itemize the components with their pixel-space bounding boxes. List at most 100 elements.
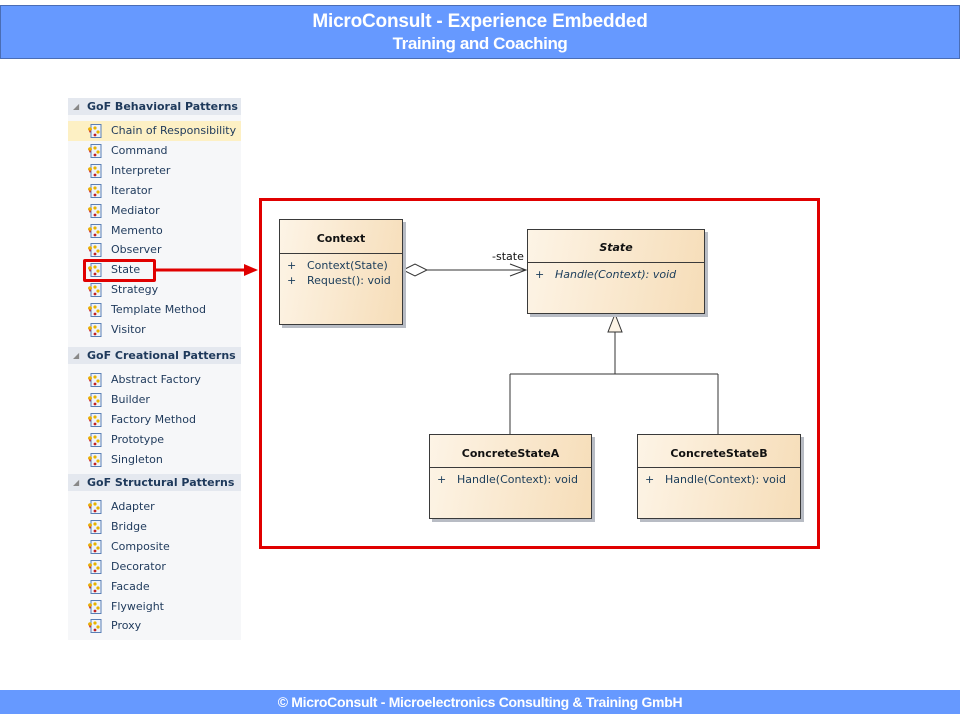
operation: Handle(Context): void xyxy=(665,473,786,486)
tree-group-header[interactable]: ◢ GoF Behavioral Patterns xyxy=(68,98,241,115)
class-name: Context xyxy=(316,232,366,245)
pattern-diagram-icon xyxy=(87,519,102,534)
tree-item[interactable]: Facade xyxy=(68,577,241,597)
pattern-diagram-icon xyxy=(87,452,102,467)
tree-item[interactable]: Adapter xyxy=(68,497,241,517)
pattern-diagram-icon xyxy=(87,579,102,594)
operation: Handle(Context): void xyxy=(555,268,677,281)
tree-item-label: Bridge xyxy=(111,519,147,533)
collapse-triangle-icon[interactable]: ◢ xyxy=(73,474,79,491)
tree-item[interactable]: Composite xyxy=(68,537,241,557)
visibility-public: + xyxy=(535,268,545,281)
footer-banner: © MicroConsult - Microelectronics Consul… xyxy=(0,690,960,714)
tree-item[interactable]: Decorator xyxy=(68,557,241,577)
pattern-diagram-icon xyxy=(87,143,102,158)
tree-item[interactable]: Flyweight xyxy=(68,597,241,617)
tree-group-label: GoF Structural Patterns xyxy=(87,476,235,489)
class-divider xyxy=(280,253,402,254)
collapse-triangle-icon[interactable]: ◢ xyxy=(73,98,79,115)
tree-item[interactable]: Visitor xyxy=(68,320,241,340)
tree-item-label: Abstract Factory xyxy=(111,373,201,386)
class-divider xyxy=(430,467,591,468)
pattern-diagram-icon xyxy=(87,243,102,258)
state-item-highlight xyxy=(83,259,156,282)
pattern-diagram-icon xyxy=(87,432,102,447)
tree-item[interactable]: Builder xyxy=(68,390,241,410)
class-divider xyxy=(528,262,704,263)
tree-item-label: Factory Method xyxy=(111,412,196,426)
tree-item-label: Decorator xyxy=(111,559,166,573)
tree-item-label: Template Method xyxy=(111,303,206,317)
tree-item[interactable]: Proxy xyxy=(68,616,241,636)
tree-item[interactable]: Mediator xyxy=(68,201,241,221)
pattern-diagram-icon xyxy=(87,539,102,554)
pattern-diagram-icon xyxy=(87,412,102,427)
visibility-public: + xyxy=(437,473,447,486)
tree-item[interactable]: Template Method xyxy=(68,300,241,320)
class-state[interactable]: State + Handle(Context): void xyxy=(527,229,705,314)
class-divider xyxy=(638,467,800,468)
tree-item-label: Singleton xyxy=(111,452,163,466)
class-name: State xyxy=(599,241,633,254)
tree-item-label: Adapter xyxy=(111,500,155,513)
tree-item[interactable]: Command xyxy=(68,141,241,161)
tree-item-label: Command xyxy=(111,143,168,157)
pattern-diagram-icon xyxy=(87,163,102,178)
header-subtitle: Training and Coaching xyxy=(392,34,568,53)
tree-group-header[interactable]: ◢ GoF Structural Patterns xyxy=(68,474,241,491)
tree-item[interactable]: Interpreter xyxy=(68,161,241,181)
pattern-tree: ◢ GoF Behavioral Patterns Chain of Respons… xyxy=(68,98,241,640)
operation: Context(State) xyxy=(307,259,388,272)
tree-item-label: Flyweight xyxy=(111,599,164,613)
visibility-public: + xyxy=(287,259,297,272)
tree-item-label: Prototype xyxy=(111,432,165,446)
collapse-triangle-icon[interactable]: ◢ xyxy=(73,347,79,364)
tree-item-label: Chain of Responsibility xyxy=(111,124,237,137)
pattern-diagram-icon xyxy=(87,373,102,387)
tree-item-label: Memento xyxy=(111,223,163,237)
pattern-diagram-icon xyxy=(87,183,102,198)
tree-item-label: Mediator xyxy=(111,203,160,217)
tree-item-label: Iterator xyxy=(111,183,153,197)
pattern-diagram-icon xyxy=(87,124,102,138)
pattern-diagram-icon xyxy=(87,599,102,614)
pattern-diagram-icon xyxy=(87,283,102,298)
tree-item-label: Builder xyxy=(111,392,150,406)
tree-item[interactable]: Bridge xyxy=(68,517,241,537)
pattern-diagram-icon xyxy=(87,323,102,337)
tree-item[interactable]: Strategy xyxy=(68,280,241,300)
tree-item[interactable]: Memento xyxy=(68,221,241,241)
tree-item-label: Proxy xyxy=(111,619,142,633)
operation: Handle(Context): void xyxy=(457,473,578,486)
class-context[interactable]: Context + Context(State) + Request(): vo… xyxy=(279,219,403,325)
tree-group-header[interactable]: ◢ GoF Creational Patterns xyxy=(68,347,241,364)
tree-item-label: Facade xyxy=(111,579,150,593)
tree-item[interactable]: Observer xyxy=(68,240,241,260)
pattern-diagram-icon xyxy=(87,619,102,634)
visibility-public: + xyxy=(645,473,655,486)
header-title: MicroConsult - Experience Embedded xyxy=(312,11,648,32)
class-concrete-state-a[interactable]: ConcreteStateA + Handle(Context): void xyxy=(429,434,592,519)
pattern-diagram-icon xyxy=(87,500,102,514)
tree-item-label: Visitor xyxy=(111,323,146,336)
tree-item[interactable]: Factory Method xyxy=(68,410,241,430)
tree-item[interactable]: Iterator xyxy=(68,181,241,201)
tree-item-label: Composite xyxy=(111,539,170,553)
tree-group-label: GoF Behavioral Patterns xyxy=(87,100,238,113)
pattern-diagram-icon xyxy=(87,559,102,574)
association-role-label: -state xyxy=(492,250,524,263)
pattern-diagram-icon xyxy=(87,203,102,218)
tree-item-label: Interpreter xyxy=(111,163,171,177)
callout-arrow-head xyxy=(244,264,258,276)
tree-group-label: GoF Creational Patterns xyxy=(87,349,236,362)
tree-item[interactable]: Abstract Factory xyxy=(68,370,241,390)
tree-item-label: Observer xyxy=(111,243,162,257)
tree-item[interactable]: Chain of Responsibility xyxy=(68,121,241,141)
tree-item[interactable]: Singleton xyxy=(68,450,241,470)
pattern-diagram-icon xyxy=(87,392,102,407)
visibility-public: + xyxy=(287,274,297,287)
tree-item[interactable]: Prototype xyxy=(68,430,241,450)
pattern-diagram-icon xyxy=(87,223,102,238)
class-concrete-state-b[interactable]: ConcreteStateB + Handle(Context): void xyxy=(637,434,801,519)
tree-item-label: Strategy xyxy=(111,283,159,297)
